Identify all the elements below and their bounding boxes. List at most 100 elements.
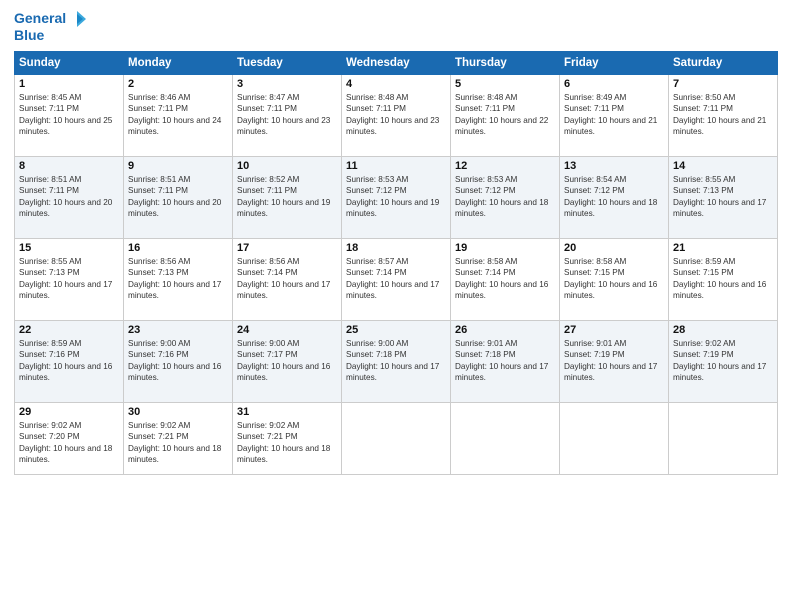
calendar-cell: 11 Sunrise: 8:53 AM Sunset: 7:12 PM Dayl… (342, 157, 451, 239)
day-number: 25 (346, 324, 446, 336)
day-number: 22 (19, 324, 119, 336)
day-number: 9 (128, 160, 228, 172)
calendar-cell: 8 Sunrise: 8:51 AM Sunset: 7:11 PM Dayli… (15, 157, 124, 239)
calendar-cell: 14 Sunrise: 8:55 AM Sunset: 7:13 PM Dayl… (669, 157, 778, 239)
calendar-cell: 6 Sunrise: 8:49 AM Sunset: 7:11 PM Dayli… (560, 75, 669, 157)
cell-content: Sunrise: 8:59 AM Sunset: 7:16 PM Dayligh… (19, 338, 119, 382)
day-number: 26 (455, 324, 555, 336)
calendar-cell: 31 Sunrise: 9:02 AM Sunset: 7:21 PM Dayl… (233, 403, 342, 475)
calendar-cell (560, 403, 669, 475)
day-number: 13 (564, 160, 664, 172)
day-number: 6 (564, 78, 664, 90)
day-number: 17 (237, 242, 337, 254)
day-number: 30 (128, 406, 228, 418)
calendar-cell: 29 Sunrise: 9:02 AM Sunset: 7:20 PM Dayl… (15, 403, 124, 475)
cell-content: Sunrise: 9:01 AM Sunset: 7:19 PM Dayligh… (564, 338, 664, 382)
calendar-cell: 10 Sunrise: 8:52 AM Sunset: 7:11 PM Dayl… (233, 157, 342, 239)
day-number: 2 (128, 78, 228, 90)
logo: General Blue (14, 10, 86, 43)
calendar-week-1: 1 Sunrise: 8:45 AM Sunset: 7:11 PM Dayli… (15, 75, 778, 157)
cell-content: Sunrise: 8:58 AM Sunset: 7:15 PM Dayligh… (564, 256, 664, 300)
logo-text-block: General Blue (14, 10, 86, 43)
calendar-week-5: 29 Sunrise: 9:02 AM Sunset: 7:20 PM Dayl… (15, 403, 778, 475)
day-number: 8 (19, 160, 119, 172)
cell-content: Sunrise: 9:01 AM Sunset: 7:18 PM Dayligh… (455, 338, 555, 382)
calendar-cell: 27 Sunrise: 9:01 AM Sunset: 7:19 PM Dayl… (560, 321, 669, 403)
calendar-cell: 15 Sunrise: 8:55 AM Sunset: 7:13 PM Dayl… (15, 239, 124, 321)
cell-content: Sunrise: 8:52 AM Sunset: 7:11 PM Dayligh… (237, 174, 337, 218)
cell-content: Sunrise: 8:57 AM Sunset: 7:14 PM Dayligh… (346, 256, 446, 300)
calendar-cell: 24 Sunrise: 9:00 AM Sunset: 7:17 PM Dayl… (233, 321, 342, 403)
calendar-cell: 12 Sunrise: 8:53 AM Sunset: 7:12 PM Dayl… (451, 157, 560, 239)
cell-content: Sunrise: 9:02 AM Sunset: 7:21 PM Dayligh… (237, 420, 337, 464)
day-number: 31 (237, 406, 337, 418)
calendar-cell: 18 Sunrise: 8:57 AM Sunset: 7:14 PM Dayl… (342, 239, 451, 321)
calendar-cell: 23 Sunrise: 9:00 AM Sunset: 7:16 PM Dayl… (124, 321, 233, 403)
cell-content: Sunrise: 8:49 AM Sunset: 7:11 PM Dayligh… (564, 92, 664, 136)
page: General Blue SundayMondayTuesdayWednesda… (0, 0, 792, 612)
cell-content: Sunrise: 8:51 AM Sunset: 7:11 PM Dayligh… (128, 174, 228, 218)
logo-general: General (14, 11, 66, 26)
header-row: SundayMondayTuesdayWednesdayThursdayFrid… (15, 52, 778, 75)
cell-content: Sunrise: 9:00 AM Sunset: 7:17 PM Dayligh… (237, 338, 337, 382)
day-number: 20 (564, 242, 664, 254)
calendar-week-2: 8 Sunrise: 8:51 AM Sunset: 7:11 PM Dayli… (15, 157, 778, 239)
day-number: 23 (128, 324, 228, 336)
calendar-cell: 9 Sunrise: 8:51 AM Sunset: 7:11 PM Dayli… (124, 157, 233, 239)
calendar-cell: 21 Sunrise: 8:59 AM Sunset: 7:15 PM Dayl… (669, 239, 778, 321)
logo-blue: Blue (14, 28, 44, 43)
cell-content: Sunrise: 9:02 AM Sunset: 7:20 PM Dayligh… (19, 420, 119, 464)
calendar-cell: 2 Sunrise: 8:46 AM Sunset: 7:11 PM Dayli… (124, 75, 233, 157)
calendar-cell: 30 Sunrise: 9:02 AM Sunset: 7:21 PM Dayl… (124, 403, 233, 475)
day-number: 27 (564, 324, 664, 336)
day-header-saturday: Saturday (669, 52, 778, 75)
day-number: 28 (673, 324, 773, 336)
day-number: 29 (19, 406, 119, 418)
cell-content: Sunrise: 8:48 AM Sunset: 7:11 PM Dayligh… (346, 92, 446, 136)
day-number: 1 (19, 78, 119, 90)
cell-content: Sunrise: 8:58 AM Sunset: 7:14 PM Dayligh… (455, 256, 555, 300)
day-number: 7 (673, 78, 773, 90)
calendar-week-3: 15 Sunrise: 8:55 AM Sunset: 7:13 PM Dayl… (15, 239, 778, 321)
calendar-cell: 28 Sunrise: 9:02 AM Sunset: 7:19 PM Dayl… (669, 321, 778, 403)
cell-content: Sunrise: 9:00 AM Sunset: 7:16 PM Dayligh… (128, 338, 228, 382)
day-number: 10 (237, 160, 337, 172)
cell-content: Sunrise: 8:55 AM Sunset: 7:13 PM Dayligh… (19, 256, 119, 300)
cell-content: Sunrise: 8:56 AM Sunset: 7:13 PM Dayligh… (128, 256, 228, 300)
calendar-cell: 22 Sunrise: 8:59 AM Sunset: 7:16 PM Dayl… (15, 321, 124, 403)
calendar-cell (342, 403, 451, 475)
day-header-sunday: Sunday (15, 52, 124, 75)
calendar: SundayMondayTuesdayWednesdayThursdayFrid… (14, 51, 778, 475)
day-number: 16 (128, 242, 228, 254)
calendar-cell: 4 Sunrise: 8:48 AM Sunset: 7:11 PM Dayli… (342, 75, 451, 157)
day-number: 24 (237, 324, 337, 336)
day-number: 14 (673, 160, 773, 172)
cell-content: Sunrise: 8:47 AM Sunset: 7:11 PM Dayligh… (237, 92, 337, 136)
cell-content: Sunrise: 8:54 AM Sunset: 7:12 PM Dayligh… (564, 174, 664, 218)
cell-content: Sunrise: 8:55 AM Sunset: 7:13 PM Dayligh… (673, 174, 773, 218)
cell-content: Sunrise: 9:00 AM Sunset: 7:18 PM Dayligh… (346, 338, 446, 382)
calendar-cell: 13 Sunrise: 8:54 AM Sunset: 7:12 PM Dayl… (560, 157, 669, 239)
logo-bird-icon (68, 10, 86, 28)
day-number: 15 (19, 242, 119, 254)
day-number: 19 (455, 242, 555, 254)
calendar-cell: 5 Sunrise: 8:48 AM Sunset: 7:11 PM Dayli… (451, 75, 560, 157)
calendar-cell: 26 Sunrise: 9:01 AM Sunset: 7:18 PM Dayl… (451, 321, 560, 403)
day-header-wednesday: Wednesday (342, 52, 451, 75)
header: General Blue (14, 10, 778, 43)
day-number: 21 (673, 242, 773, 254)
day-header-monday: Monday (124, 52, 233, 75)
calendar-cell (669, 403, 778, 475)
calendar-cell: 7 Sunrise: 8:50 AM Sunset: 7:11 PM Dayli… (669, 75, 778, 157)
cell-content: Sunrise: 8:46 AM Sunset: 7:11 PM Dayligh… (128, 92, 228, 136)
calendar-cell: 25 Sunrise: 9:00 AM Sunset: 7:18 PM Dayl… (342, 321, 451, 403)
day-header-thursday: Thursday (451, 52, 560, 75)
calendar-cell: 3 Sunrise: 8:47 AM Sunset: 7:11 PM Dayli… (233, 75, 342, 157)
calendar-cell: 20 Sunrise: 8:58 AM Sunset: 7:15 PM Dayl… (560, 239, 669, 321)
day-header-friday: Friday (560, 52, 669, 75)
calendar-cell: 17 Sunrise: 8:56 AM Sunset: 7:14 PM Dayl… (233, 239, 342, 321)
cell-content: Sunrise: 9:02 AM Sunset: 7:21 PM Dayligh… (128, 420, 228, 464)
cell-content: Sunrise: 8:51 AM Sunset: 7:11 PM Dayligh… (19, 174, 119, 218)
calendar-cell: 1 Sunrise: 8:45 AM Sunset: 7:11 PM Dayli… (15, 75, 124, 157)
cell-content: Sunrise: 8:59 AM Sunset: 7:15 PM Dayligh… (673, 256, 773, 300)
